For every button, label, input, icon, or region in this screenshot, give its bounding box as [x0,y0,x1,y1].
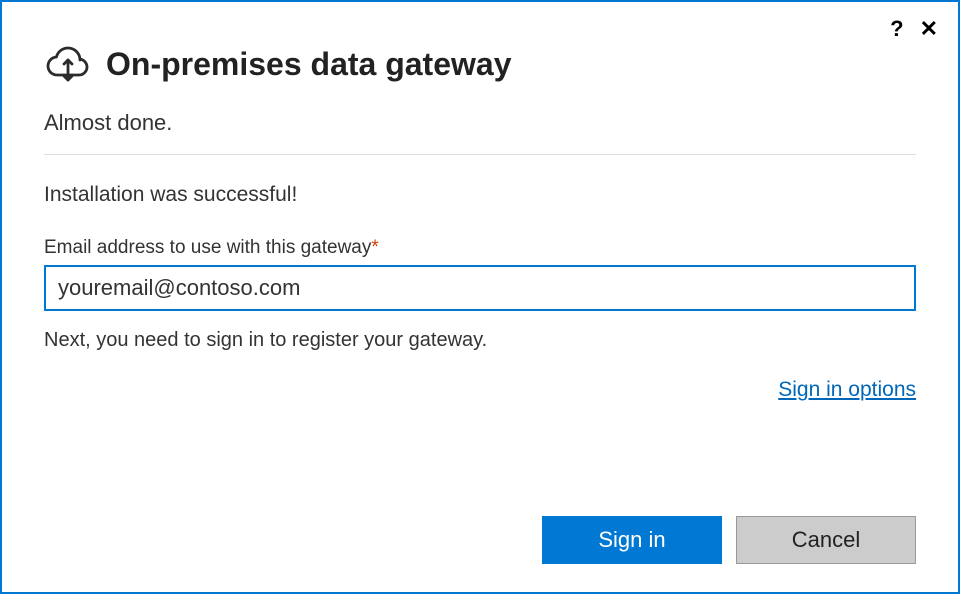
close-icon[interactable]: ✕ [920,18,938,40]
email-input[interactable] [44,265,916,311]
cancel-button[interactable]: Cancel [736,516,916,564]
required-asterisk: * [371,237,378,258]
button-row: Sign in Cancel [542,516,916,564]
help-icon[interactable]: ? [890,16,903,42]
install-status-message: Installation was successful! [44,183,916,207]
gateway-installer-dialog: ? ✕ On-premises data gateway Almost done… [0,0,960,594]
dialog-header: On-premises data gateway [44,40,916,88]
next-step-message: Next, you need to sign in to register yo… [44,329,916,352]
cloud-gateway-icon [44,40,92,88]
signin-button[interactable]: Sign in [542,516,722,564]
email-label-text: Email address to use with this gateway [44,237,371,258]
email-field-label: Email address to use with this gateway* [44,237,916,259]
app-title: On-premises data gateway [106,46,511,83]
signin-options-link[interactable]: Sign in options [778,378,916,401]
titlebar-controls: ? ✕ [890,16,938,42]
link-row: Sign in options [44,378,916,402]
subtitle: Almost done. [44,110,916,155]
